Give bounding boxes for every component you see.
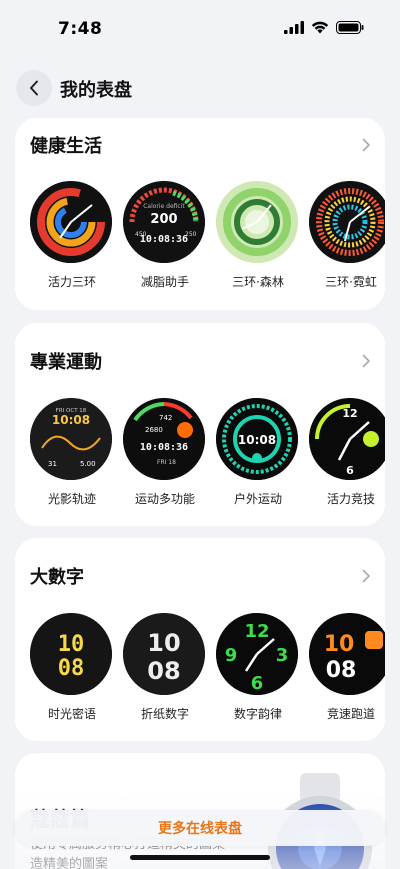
svg-text:200: 200 xyxy=(150,212,177,227)
watch-face-item[interactable]: 10 08 时光密语 xyxy=(30,613,114,721)
watch-face-item[interactable]: 742 2680 10:08:36 FRI 18 运动多功能 xyxy=(123,398,207,506)
page-title: 我的表盘 xyxy=(60,80,132,101)
status-time: 7:48 xyxy=(58,19,103,39)
svg-text:10:08: 10:08 xyxy=(52,413,90,427)
watch-face-item[interactable]: 12 3 6 9 数字韵律 xyxy=(216,613,300,721)
svg-text:3: 3 xyxy=(276,645,289,666)
watch-face-preview: 10 08 xyxy=(123,613,205,695)
watch-face-preview xyxy=(216,181,298,263)
svg-text:10:08:36: 10:08:36 xyxy=(140,442,188,453)
svg-text:2680: 2680 xyxy=(145,426,163,434)
svg-text:250: 250 xyxy=(185,231,197,238)
svg-text:31: 31 xyxy=(48,460,57,468)
wifi-icon xyxy=(311,21,329,34)
svg-text:10: 10 xyxy=(147,629,180,657)
battery-icon xyxy=(336,21,364,34)
svg-text:10:08: 10:08 xyxy=(238,433,276,447)
watch-face-label: 三环·霓虹 xyxy=(325,275,377,289)
watch-face-item[interactable]: 活力三环 xyxy=(30,181,114,289)
svg-text:10: 10 xyxy=(324,632,355,657)
svg-text:9: 9 xyxy=(225,645,238,666)
watch-face-item[interactable]: Calorie deficit 200 10:08:36 450 250 减脂助… xyxy=(123,181,207,289)
watch-face-preview xyxy=(30,181,112,263)
svg-text:450: 450 xyxy=(135,231,147,238)
svg-text:12: 12 xyxy=(244,621,269,642)
signal-icon xyxy=(284,21,304,34)
watch-face-label: 活力竞技 xyxy=(326,492,375,506)
section-card-health: 健康生活 活力三环 Calorie deficit 200 10:08:36 4… xyxy=(15,118,385,310)
watch-face-preview: 10:08 xyxy=(216,398,298,480)
svg-text:10:08:36: 10:08:36 xyxy=(140,234,188,245)
watch-face-item[interactable]: FRI OCT 18 10:08 31 5.00 光影轨迹 xyxy=(30,398,114,506)
section-card-sports: 專業運動 FRI OCT 18 10:08 31 5.00 光影轨迹 742 2… xyxy=(15,323,385,526)
watch-face-label: 竞速跑道 xyxy=(326,707,375,721)
home-indicator xyxy=(130,855,270,860)
svg-text:08: 08 xyxy=(326,658,357,683)
svg-text:10: 10 xyxy=(58,632,85,657)
status-icons xyxy=(284,21,364,34)
back-button[interactable] xyxy=(16,70,52,106)
watch-face-item[interactable]: 10:08 户外运动 xyxy=(216,398,300,506)
watch-face-item[interactable]: 10 08 折纸数字 xyxy=(123,613,207,721)
chevron-left-icon xyxy=(30,80,38,96)
section-card-big-numbers: 大數字 10 08 时光密语 10 08 折纸数字 12 3 6 9 数字韵律 … xyxy=(15,538,385,741)
more-online-faces-button[interactable]: 更多在线表盘 xyxy=(15,810,385,846)
status-bar: 7:48 xyxy=(0,0,400,60)
svg-text:6: 6 xyxy=(251,673,264,694)
svg-text:5.00: 5.00 xyxy=(80,460,96,468)
header: 我的表盘 xyxy=(0,68,400,108)
svg-text:742: 742 xyxy=(159,414,172,422)
svg-text:08: 08 xyxy=(147,657,180,685)
svg-text:08: 08 xyxy=(58,656,85,681)
watch-face-preview: 10 08 xyxy=(309,613,385,695)
watch-face-item[interactable]: 三环·森林 xyxy=(216,181,300,289)
watch-face-preview: Calorie deficit 200 10:08:36 450 250 xyxy=(123,181,205,263)
watch-face-preview: 12 6 xyxy=(309,398,385,480)
watch-face-preview: 742 2680 10:08:36 FRI 18 xyxy=(123,398,205,480)
watch-face-item[interactable]: 10 08 竞速跑道 xyxy=(309,613,385,721)
watch-face-preview: FRI OCT 18 10:08 31 5.00 xyxy=(30,398,112,480)
watch-face-preview: 10 08 xyxy=(30,613,112,695)
watch-face-item[interactable]: 12 6 活力竞技 xyxy=(309,398,385,506)
svg-text:6: 6 xyxy=(346,464,354,477)
svg-text:Calorie deficit: Calorie deficit xyxy=(143,203,185,210)
svg-text:12: 12 xyxy=(342,407,357,420)
watch-face-item[interactable]: 三环·霓虹 xyxy=(309,181,385,289)
watch-face-preview xyxy=(309,181,385,263)
watch-face-preview: 12 3 6 9 xyxy=(216,613,298,695)
svg-text:FRI 18: FRI 18 xyxy=(157,459,176,466)
